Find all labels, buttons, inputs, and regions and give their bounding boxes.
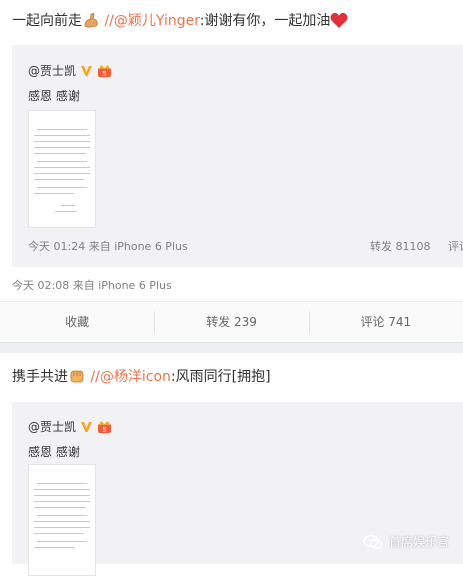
thumb-line bbox=[34, 141, 90, 142]
repost-button[interactable]: 转发 239 bbox=[154, 302, 308, 342]
comment-button[interactable]: 评论 741 bbox=[308, 302, 463, 342]
repost-text: 携手共进 //@杨洋icon:风雨同行[拥抱] bbox=[12, 366, 271, 389]
quoted-author[interactable]: @贾士凯 5 bbox=[28, 62, 112, 79]
repost-text-tail: :谢谢有你，一起加油 bbox=[199, 13, 331, 29]
quoted-image-thumbnail[interactable] bbox=[28, 110, 96, 228]
verified-v-icon bbox=[81, 66, 93, 76]
thumb-line bbox=[61, 205, 75, 206]
watermark-text: 首席娱乐官 bbox=[388, 535, 449, 549]
quoted-post[interactable]: @贾士凯 5 感恩 感谢 今天 01:24 来自 iPhone 6 Plus 转… bbox=[12, 45, 463, 267]
thumb-line bbox=[34, 533, 84, 534]
favorite-button[interactable]: 收藏 bbox=[0, 302, 154, 342]
repost-text-body: 携手共进 bbox=[12, 369, 68, 385]
repost-text-tail: :风雨同行[拥抱] bbox=[170, 369, 271, 385]
quoted-repost-count[interactable]: 转发 81108 bbox=[370, 238, 431, 254]
repost-text: 一起向前走 //@颖儿Yinger:谢谢有你，一起加油 bbox=[12, 10, 348, 33]
mention-link[interactable]: //@杨洋icon bbox=[90, 369, 170, 385]
mention-link[interactable]: //@颖儿Yinger bbox=[104, 13, 199, 29]
thumb-line bbox=[37, 483, 87, 484]
quoted-timestamp: 今天 01:24 来自 iPhone 6 Plus bbox=[28, 240, 188, 253]
svg-text:5: 5 bbox=[102, 70, 106, 78]
verified-v-icon bbox=[81, 422, 93, 432]
quoted-comment-count[interactable]: 评论 bbox=[448, 238, 463, 254]
thumb-line bbox=[34, 547, 74, 548]
thumb-line bbox=[34, 167, 90, 168]
weibo-post: 一起向前走 //@颖儿Yinger:谢谢有你，一起加油 @贾士凯 5 感恩 感谢… bbox=[0, 0, 463, 355]
wechat-icon bbox=[363, 534, 383, 549]
flexed-arm-icon bbox=[82, 11, 100, 33]
thumb-line bbox=[34, 507, 86, 508]
fist-icon bbox=[68, 367, 86, 389]
thumb-line bbox=[37, 541, 87, 542]
thumb-line bbox=[34, 489, 90, 490]
post-timestamp: 今天 02:08 来自 iPhone 6 Plus bbox=[12, 279, 172, 292]
thumb-line bbox=[34, 173, 90, 174]
action-bar: 收藏 转发 239 评论 741 bbox=[0, 301, 463, 343]
thumb-line bbox=[34, 135, 90, 136]
member-crown-icon: 5 bbox=[98, 420, 112, 434]
author-name[interactable]: @贾士凯 bbox=[28, 418, 76, 435]
thumb-line bbox=[34, 153, 86, 154]
svg-text:5: 5 bbox=[102, 426, 106, 434]
thumb-line bbox=[34, 179, 84, 180]
heart-icon bbox=[330, 12, 348, 33]
thumb-line bbox=[34, 495, 90, 496]
thumb-line bbox=[37, 515, 87, 516]
quoted-author[interactable]: @贾士凯 5 bbox=[28, 418, 112, 435]
author-name[interactable]: @贾士凯 bbox=[28, 62, 76, 79]
watermark: 首席娱乐官 bbox=[363, 533, 449, 550]
thumb-line bbox=[34, 193, 74, 194]
thumb-line bbox=[37, 129, 87, 130]
thumb-line bbox=[55, 211, 77, 212]
quoted-image-thumbnail[interactable] bbox=[28, 464, 96, 576]
thumb-line bbox=[37, 161, 87, 162]
thumb-line bbox=[34, 521, 90, 522]
thumb-line bbox=[34, 527, 90, 528]
repost-text-body: 一起向前走 bbox=[12, 13, 82, 29]
quoted-text: 感恩 感谢 bbox=[28, 89, 80, 103]
thumb-line bbox=[34, 501, 90, 502]
thumb-line bbox=[37, 187, 87, 188]
post-separator bbox=[0, 343, 463, 353]
quoted-text: 感恩 感谢 bbox=[28, 445, 80, 459]
member-crown-icon: 5 bbox=[98, 64, 112, 78]
thumb-line bbox=[34, 147, 90, 148]
